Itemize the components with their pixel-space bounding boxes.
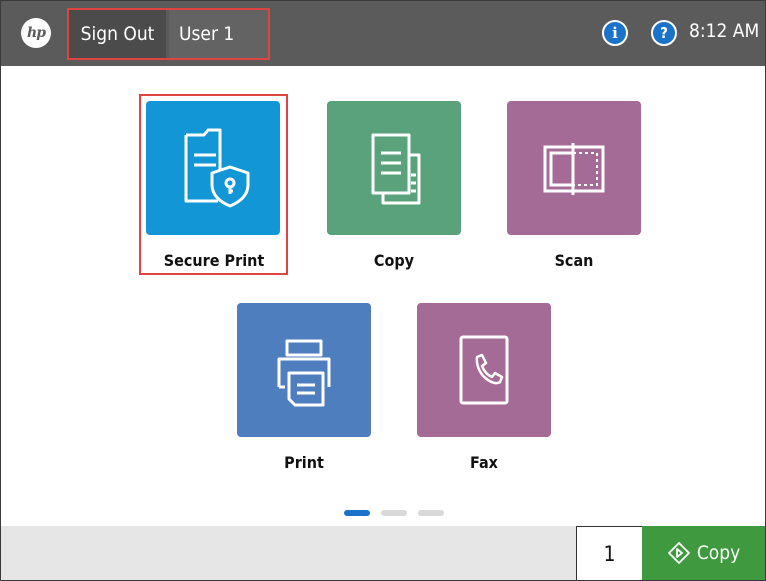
secure-print-highlight	[139, 94, 288, 275]
hp-logo: hp	[21, 18, 51, 48]
hp-logo-text: hp	[27, 25, 46, 41]
start-icon	[667, 542, 690, 564]
clock: 8:12 AM	[689, 20, 760, 42]
page-indicator-2[interactable]	[381, 510, 407, 516]
app-label-copy: Copy	[373, 251, 415, 270]
help-icon[interactable]: ?	[651, 20, 677, 46]
app-label-fax: Fax	[470, 453, 498, 472]
app-tile-copy[interactable]	[327, 101, 461, 235]
app-label-print: Print	[284, 453, 324, 472]
top-bar: hp Sign Out User 1 i ? 8:12 AM	[1, 1, 765, 66]
app-tile-scan[interactable]	[507, 101, 641, 235]
page-indicator-3[interactable]	[418, 510, 444, 516]
fax-icon	[459, 335, 509, 405]
copy-button-label: Copy	[696, 542, 741, 564]
scan-icon	[543, 143, 605, 195]
print-icon	[277, 339, 331, 407]
app-label-scan: Scan	[554, 251, 594, 270]
copy-icon	[371, 133, 421, 205]
app-tile-print[interactable]	[237, 303, 371, 437]
copies-count-field[interactable]: 1	[576, 526, 642, 580]
printer-home-screen: hp Sign Out User 1 i ? 8:12 AM Secure Pr…	[0, 0, 766, 581]
sign-in-highlight	[67, 8, 270, 60]
page-indicator-1[interactable]	[344, 510, 370, 516]
app-tile-fax[interactable]	[417, 303, 551, 437]
info-icon[interactable]: i	[602, 20, 628, 46]
copy-start-button[interactable]: Copy	[642, 526, 765, 580]
